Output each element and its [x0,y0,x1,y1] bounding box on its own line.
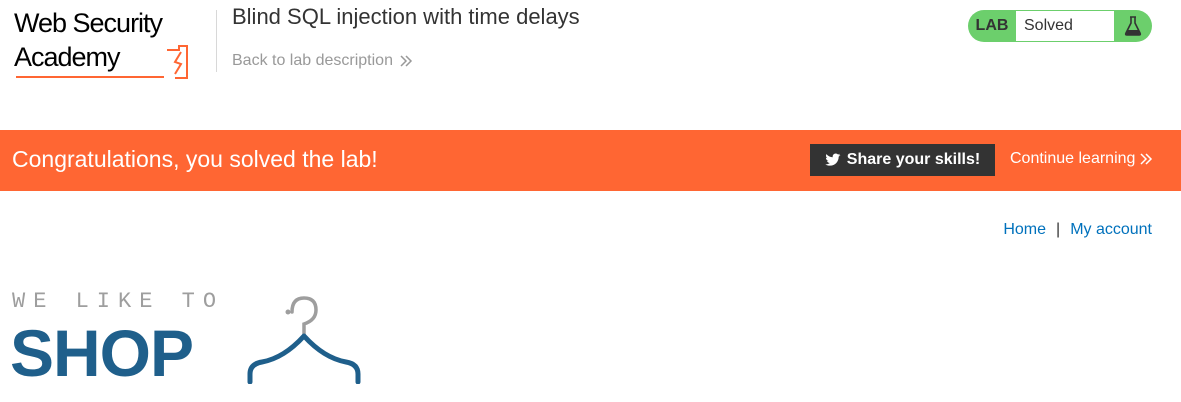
continue-learning-link[interactable]: Continue learning [1010,150,1153,168]
lab-label: LAB [975,17,1009,34]
lab-header: Web Security Academy Blind SQL injection… [0,0,1181,130]
twitter-icon [825,153,841,166]
double-chevron-right-icon [400,55,413,67]
share-your-skills-button[interactable]: Share your skills! [810,144,995,176]
clothes-hanger-icon [247,296,361,384]
lightning-bolt-icon [167,45,188,79]
logo-line-2: Academy [14,42,121,72]
lab-status-text: Solved [1016,11,1114,41]
lab-title: Blind SQL injection with time delays [232,4,580,29]
solved-banner: Congratulations, you solved the lab! Sha… [0,130,1181,191]
nav-separator: | [1056,221,1061,238]
shop-logo-tagline: WE LIKE TO [12,289,225,314]
back-to-lab-description-link[interactable]: Back to lab description [232,52,413,70]
we-like-to-shop-logo: WE LIKE TO SHOP [10,289,372,390]
nav-my-account-link[interactable]: My account [1070,221,1152,239]
back-link-label: Back to lab description [232,52,393,69]
double-chevron-right-icon [1140,153,1153,165]
share-button-label: Share your skills! [846,151,981,168]
web-security-academy-logo[interactable]: Web Security Academy [12,8,216,82]
flask-icon [1114,10,1152,42]
congratulations-message: Congratulations, you solved the lab! [12,146,378,172]
nav-home-link[interactable]: Home [1003,221,1046,239]
header-divider [216,10,217,72]
lab-status-badge: LAB Solved [968,10,1152,42]
shop-logo-name: SHOP [10,316,194,390]
top-navigation: Home | My account [1003,221,1152,239]
logo-underline [16,76,164,78]
logo-line-1: Web Security [14,8,163,38]
continue-learning-label: Continue learning [1010,150,1136,167]
